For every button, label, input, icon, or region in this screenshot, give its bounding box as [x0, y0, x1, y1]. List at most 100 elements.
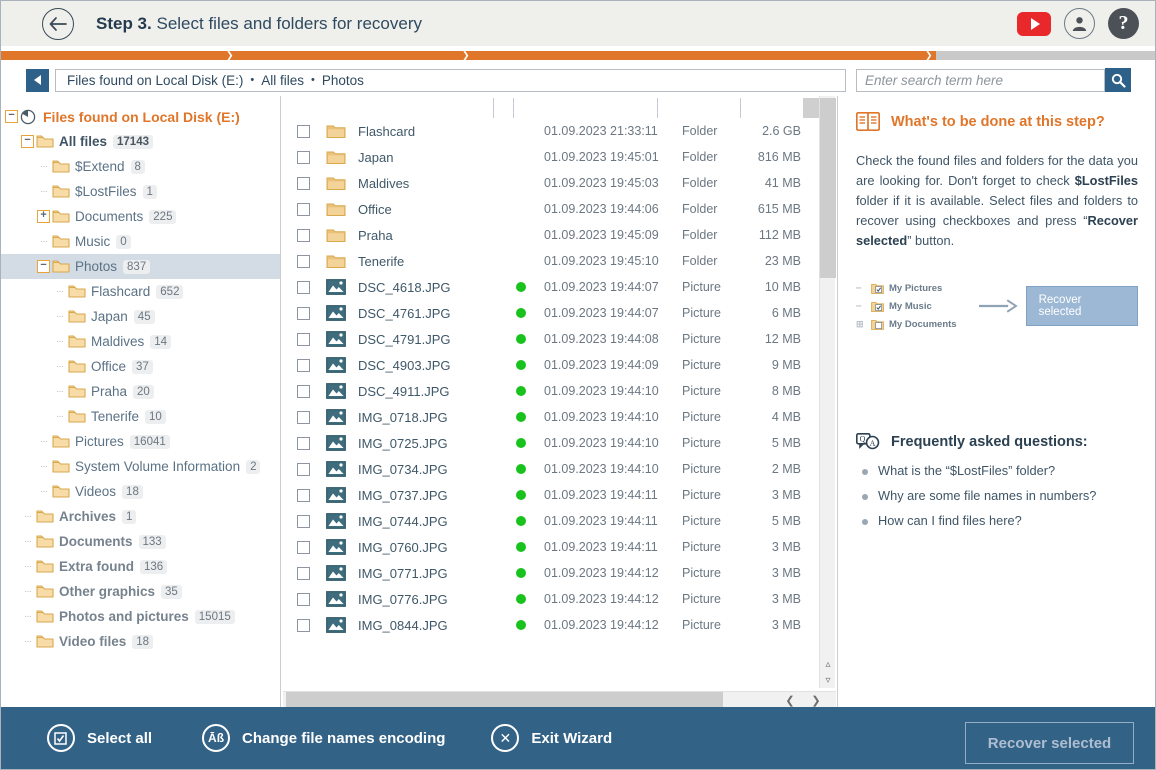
- breadcrumb-path[interactable]: Files found on Local Disk (E:) • All files…: [55, 68, 846, 92]
- sidebar-item-extra-found[interactable]: ··· Extra found 136: [1, 554, 280, 579]
- row-checkbox[interactable]: [297, 280, 310, 294]
- sidebar-item-pictures[interactable]: ··· Pictures 16041: [1, 429, 280, 454]
- row-checkbox[interactable]: [297, 306, 310, 320]
- breadcrumb-part[interactable]: All files: [261, 73, 304, 88]
- breadcrumb-part[interactable]: Photos: [322, 73, 364, 88]
- row-checkbox[interactable]: [297, 566, 310, 580]
- column-divider[interactable]: [493, 98, 494, 118]
- row-checkbox[interactable]: [297, 436, 310, 450]
- vertical-scrollbar[interactable]: ▵ ▿: [819, 96, 836, 688]
- change-encoding-button[interactable]: Āß Change file names encoding: [202, 724, 445, 752]
- sidebar-item-documents[interactable]: ··· Documents 133: [1, 529, 280, 554]
- sidebar-item-maldives[interactable]: ··· Maldives 14: [1, 329, 280, 354]
- row-checkbox[interactable]: [297, 618, 310, 632]
- table-row[interactable]: DSC_4903.JPG 01.09.2023 19:44:09 Picture 9 …: [281, 352, 819, 378]
- exit-wizard-button[interactable]: ✕ Exit Wizard: [491, 724, 612, 752]
- account-icon[interactable]: [1064, 8, 1095, 39]
- sidebar-item-extend[interactable]: ··· $Extend 8: [1, 154, 280, 179]
- table-row[interactable]: Maldives 01.09.2023 19:45:03 Folder 41 MB: [281, 170, 819, 196]
- table-row[interactable]: IMG_0737.JPG 01.09.2023 19:44:11 Picture 3 …: [281, 482, 819, 508]
- file-type: Picture: [682, 410, 721, 424]
- sidebar-item-files-found-on-local-disk-e[interactable]: − Files found on Local Disk (E:): [1, 104, 280, 129]
- table-row[interactable]: DSC_4761.JPG 01.09.2023 19:44:07 Picture 6 …: [281, 300, 819, 326]
- scroll-down-button[interactable]: ▿: [820, 672, 836, 688]
- table-row[interactable]: IMG_0844.JPG 01.09.2023 19:44:12 Picture 3 …: [281, 612, 819, 638]
- sidebar-item-video-files[interactable]: ··· Video files 18: [1, 629, 280, 654]
- faq-link[interactable]: How can I find files here?: [856, 513, 1138, 528]
- row-checkbox[interactable]: [297, 150, 310, 164]
- horizontal-scroll-thumb[interactable]: [286, 692, 723, 708]
- search-button[interactable]: [1105, 68, 1131, 92]
- file-size: 816 MB: [757, 150, 801, 164]
- table-row[interactable]: IMG_0771.JPG 01.09.2023 19:44:12 Picture 3 …: [281, 560, 819, 586]
- recover-selected-button[interactable]: Recover selected: [965, 722, 1134, 764]
- row-checkbox[interactable]: [297, 202, 310, 216]
- table-row[interactable]: DSC_4791.JPG 01.09.2023 19:44:08 Picture 12…: [281, 326, 819, 352]
- scroll-right-button[interactable]: ❯: [808, 692, 824, 708]
- sidebar-item-documents[interactable]: + Documents 225: [1, 204, 280, 229]
- vertical-scroll-thumb[interactable]: [820, 98, 836, 278]
- help-icon[interactable]: ?: [1108, 8, 1139, 39]
- youtube-icon[interactable]: [1017, 11, 1051, 36]
- table-row[interactable]: Office 01.09.2023 19:44:06 Folder 615 MB: [281, 196, 819, 222]
- row-checkbox[interactable]: [297, 332, 310, 346]
- table-row[interactable]: Tenerife 01.09.2023 19:45:10 Folder 23 MB: [281, 248, 819, 274]
- row-checkbox[interactable]: [297, 592, 310, 606]
- sidebar-item-photos-and-pictures[interactable]: ··· Photos and pictures 15015: [1, 604, 280, 629]
- table-row[interactable]: Japan 01.09.2023 19:45:01 Folder 816 MB: [281, 144, 819, 170]
- sidebar-item-other-graphics[interactable]: ··· Other graphics 35: [1, 579, 280, 604]
- sidebar-item-all-files[interactable]: − All files 17143: [1, 129, 280, 154]
- sidebar-item-lostfiles[interactable]: ··· $LostFiles 1: [1, 179, 280, 204]
- collapse-icon[interactable]: −: [21, 135, 34, 148]
- row-checkbox[interactable]: [297, 384, 310, 398]
- row-checkbox[interactable]: [297, 410, 310, 424]
- folder-tree-sidebar[interactable]: − Files found on Local Disk (E:) − All file…: [1, 96, 281, 708]
- row-checkbox[interactable]: [297, 358, 310, 372]
- row-checkbox[interactable]: [297, 514, 310, 528]
- table-row[interactable]: Flashcard 01.09.2023 21:33:11 Folder 2.6 GB: [281, 118, 819, 144]
- table-row[interactable]: IMG_0734.JPG 01.09.2023 19:44:10 Picture 2 …: [281, 456, 819, 482]
- table-row[interactable]: IMG_0718.JPG 01.09.2023 19:44:10 Picture 4 …: [281, 404, 819, 430]
- table-row[interactable]: IMG_0725.JPG 01.09.2023 19:44:10 Picture 5 …: [281, 430, 819, 456]
- sidebar-item-photos[interactable]: − Photos 837: [1, 254, 280, 279]
- sidebar-item-flashcard[interactable]: ··· Flashcard 652: [1, 279, 280, 304]
- table-row[interactable]: DSC_4911.JPG 01.09.2023 19:44:10 Picture 8 …: [281, 378, 819, 404]
- column-divider[interactable]: [513, 98, 514, 118]
- sidebar-item-japan[interactable]: ··· Japan 45: [1, 304, 280, 329]
- column-divider[interactable]: [740, 98, 741, 118]
- row-checkbox[interactable]: [297, 462, 310, 476]
- breadcrumb-back-button[interactable]: [26, 68, 49, 92]
- sidebar-item-system-volume-information[interactable]: ··· System Volume Information 2: [1, 454, 280, 479]
- sidebar-item-music[interactable]: ··· Music 0: [1, 229, 280, 254]
- table-row[interactable]: IMG_0760.JPG 01.09.2023 19:44:11 Picture 3 …: [281, 534, 819, 560]
- scroll-left-button[interactable]: ❮: [782, 692, 798, 708]
- sidebar-item-archives[interactable]: ··· Archives 1: [1, 504, 280, 529]
- horizontal-scrollbar[interactable]: ❮ ❯: [283, 691, 836, 708]
- sidebar-item-videos[interactable]: ··· Videos 18: [1, 479, 280, 504]
- faq-link[interactable]: What is the “$LostFiles” folder?: [856, 463, 1138, 478]
- collapse-icon[interactable]: −: [5, 110, 18, 123]
- sidebar-item-office[interactable]: ··· Office 37: [1, 354, 280, 379]
- sidebar-item-praha[interactable]: ··· Praha 20: [1, 379, 280, 404]
- sidebar-item-tenerife[interactable]: ··· Tenerife 10: [1, 404, 280, 429]
- faq-link[interactable]: Why are some file names in numbers?: [856, 488, 1138, 503]
- column-divider[interactable]: [657, 98, 658, 118]
- table-row[interactable]: DSC_4618.JPG 01.09.2023 19:44:07 Picture 10…: [281, 274, 819, 300]
- row-checkbox[interactable]: [297, 254, 310, 268]
- table-row[interactable]: Praha 01.09.2023 19:45:09 Folder 112 MB: [281, 222, 819, 248]
- row-checkbox[interactable]: [297, 540, 310, 554]
- breadcrumb-part[interactable]: Files found on Local Disk (E:): [67, 73, 243, 88]
- select-all-button[interactable]: Select all: [47, 724, 152, 752]
- scroll-up-button[interactable]: ▵: [820, 656, 836, 672]
- table-row[interactable]: IMG_0744.JPG 01.09.2023 19:44:11 Picture 5 …: [281, 508, 819, 534]
- row-checkbox[interactable]: [297, 176, 310, 190]
- collapse-icon[interactable]: −: [37, 260, 50, 273]
- search-input[interactable]: Enter search term here: [856, 68, 1105, 92]
- expand-icon[interactable]: +: [37, 210, 50, 223]
- back-button[interactable]: [42, 7, 74, 40]
- row-checkbox[interactable]: [297, 488, 310, 502]
- row-checkbox[interactable]: [297, 228, 310, 242]
- file-size: 3 MB: [771, 488, 801, 502]
- table-row[interactable]: IMG_0776.JPG 01.09.2023 19:44:12 Picture 3 …: [281, 586, 819, 612]
- row-checkbox[interactable]: [297, 124, 310, 138]
